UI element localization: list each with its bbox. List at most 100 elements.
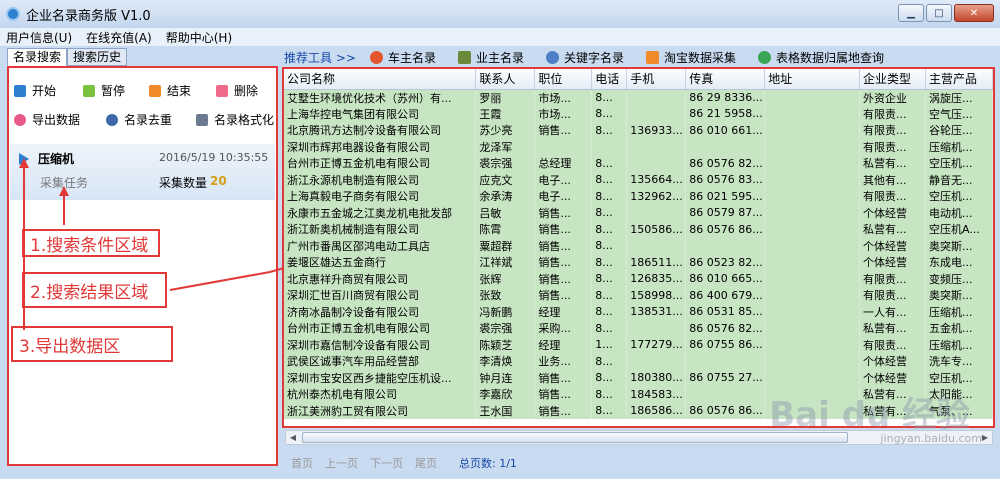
table-row[interactable]: 北京腾讯方达制冷设备有限公司 苏少亮 销售... 8... 136933... 86 01…: [284, 122, 993, 139]
next-page-link[interactable]: 下一页: [370, 455, 403, 471]
car-owner-directory-button[interactable]: 车主名录: [369, 49, 436, 66]
table-row[interactable]: 深圳市宝安区西乡捷能空压机设... 钟月连 销售... 8... 180380... 86…: [284, 369, 993, 386]
table-cell: 经理: [534, 303, 593, 320]
table-row[interactable]: 武侯区诚事汽车用品经营部 李清焕 业务... 8... 个体经营 洗车专...: [284, 353, 993, 370]
table-cell: 陈颖芝: [475, 336, 536, 353]
table-cell: 135664...: [626, 171, 687, 188]
table-row[interactable]: 浙江新奥机械制造有限公司 陈霄 销售... 8... 150586... 86 0576 …: [284, 221, 993, 238]
table-cell: 涡旋压...: [925, 89, 993, 106]
table-cell: 个体经营: [859, 254, 926, 271]
region-lookup-label: 表格数据归属地查询: [776, 50, 885, 65]
pagination: 首页 上一页 下一页 尾页 总页数: 1/1: [291, 455, 517, 471]
table-cell: 外资企业: [859, 89, 926, 106]
table-row[interactable]: 上海真毅电子商务有限公司 余承涛 电子... 8... 132962... 86 021 …: [284, 188, 993, 205]
table-cell: 8...: [591, 270, 628, 287]
globe-icon: [758, 50, 771, 64]
table-row[interactable]: 深圳市嘉信制冷设备有限公司 陈颖芝 经理 1... 177279... 86 0755 8…: [284, 336, 993, 353]
table-cell: 8...: [591, 171, 628, 188]
table-cell: 8...: [591, 221, 628, 238]
column-header[interactable]: 手机: [626, 69, 687, 90]
table-cell: [764, 138, 861, 155]
table-row[interactable]: 浙江永源机电制造有限公司 应克文 电子... 8... 135664... 86 0576…: [284, 171, 993, 188]
table-cell: 8...: [591, 320, 628, 337]
table-row[interactable]: 艾墅生环境优化技术（苏州）有... 罗丽 市场... 8... 86 29 8336..…: [284, 89, 993, 106]
last-page-link[interactable]: 尾页: [415, 455, 437, 471]
table-cell: 177279...: [626, 336, 687, 353]
table-cell: [764, 270, 861, 287]
table-cell: 个体经营: [859, 237, 926, 254]
table-cell: 苏少亮: [475, 122, 536, 139]
table-cell: 压缩机...: [925, 336, 993, 353]
column-header[interactable]: 地址: [764, 69, 861, 90]
scrollbar-thumb[interactable]: [302, 432, 848, 443]
table-cell: [764, 369, 861, 386]
property-owner-directory-button[interactable]: 业主名录: [457, 49, 524, 66]
table-cell: 王水国: [475, 402, 536, 419]
table-cell: 杭州泰杰机电有限公司: [284, 386, 477, 403]
table-row[interactable]: 上海华控电气集团有限公司 王霞 市场... 8... 86 21 5958... 有限责.…: [284, 105, 993, 122]
table-cell: 李嘉欣: [475, 386, 536, 403]
scroll-left-icon[interactable]: ◀: [286, 431, 300, 444]
first-page-link[interactable]: 首页: [291, 455, 313, 471]
table-cell: 184583...: [626, 386, 687, 403]
taobao-collect-button[interactable]: 淘宝数据采集: [645, 49, 736, 66]
column-header[interactable]: 公司名称: [284, 69, 477, 90]
table-cell: [626, 105, 687, 122]
table-cell: 浙江永源机电制造有限公司: [284, 171, 477, 188]
table-cell: 陈霄: [475, 221, 536, 238]
table-cell: 有限责...: [859, 336, 926, 353]
table-cell: 1...: [591, 336, 628, 353]
table-cell: 经理: [534, 336, 593, 353]
keyword-directory-button[interactable]: 关键字名录: [545, 49, 624, 66]
table-cell: 江祥斌: [475, 254, 536, 271]
table-cell: 空压机...: [925, 369, 993, 386]
table-cell: 186586...: [626, 402, 687, 419]
table-cell: 有限责...: [859, 122, 926, 139]
column-header[interactable]: 联系人: [475, 69, 536, 90]
house-icon: [457, 50, 471, 64]
table-cell: 深圳市宝安区西乡捷能空压机设...: [284, 369, 477, 386]
column-header[interactable]: 电话: [591, 69, 628, 90]
car-icon: [369, 50, 383, 64]
table-cell: 86 0531 85...: [685, 303, 766, 320]
table-row[interactable]: 广州市番禺区邵鸿电动工具店 粟超群 销售... 8... 个体经营 奥突斯...: [284, 237, 993, 254]
table-cell: 王霞: [475, 105, 536, 122]
table-cell: 销售...: [534, 221, 593, 238]
table-cell: [534, 138, 593, 155]
table-row[interactable]: 深圳市辉邦电器设备有限公司 龙泽军 有限责... 压缩机...: [284, 138, 993, 155]
table-row[interactable]: 台州市正博五金机电有限公司 裘宗强 总经理 8... 86 0576 82... 私营有.…: [284, 155, 993, 172]
table-cell: 86 021 595...: [685, 188, 766, 205]
table-row[interactable]: 北京惠祥升商贸有限公司 张辉 销售... 8... 126835... 86 010 66…: [284, 270, 993, 287]
table-cell: 吕敏: [475, 204, 536, 221]
column-header[interactable]: 传真: [685, 69, 766, 90]
prev-page-link[interactable]: 上一页: [325, 455, 358, 471]
table-row[interactable]: 济南冰晶制冷设备有限公司 冯新鹏 经理 8... 138531... 86 0531 85…: [284, 303, 993, 320]
table-cell: 138531...: [626, 303, 687, 320]
table-cell: [764, 336, 861, 353]
column-header[interactable]: 企业类型: [859, 69, 926, 90]
table-row[interactable]: 深圳汇世百川商贸有限公司 张致 销售... 8... 158998... 86 400 6…: [284, 287, 993, 304]
table-cell: 洗车专...: [925, 353, 993, 370]
table-cell: 五金机...: [925, 320, 993, 337]
table-cell: 86 400 679...: [685, 287, 766, 304]
table-cell: 8...: [591, 254, 628, 271]
table-cell: 8...: [591, 386, 628, 403]
table-cell: 86 0576 83...: [685, 171, 766, 188]
table-row[interactable]: 姜堰区雄达五金商行 江祥斌 销售... 8... 186511... 86 0523 82…: [284, 254, 993, 271]
region-lookup-button[interactable]: 表格数据归属地查询: [758, 49, 884, 66]
table-cell: [626, 353, 687, 370]
column-header[interactable]: 主营产品: [925, 69, 993, 90]
column-header[interactable]: 职位: [534, 69, 593, 90]
table-row[interactable]: 永康市五金城之江奥龙机电批发部 吕敏 销售... 8... 86 0579 87... 个…: [284, 204, 993, 221]
table-cell: 86 010 661...: [685, 122, 766, 139]
table-header-row: 公司名称 联系人 职位 电话 手机 传真 地址 企业类型 主营产品: [284, 69, 993, 90]
table-cell: 张致: [475, 287, 536, 304]
table-row[interactable]: 台州市正博五金机电有限公司 裘宗强 采购... 8... 86 0576 82... 私营…: [284, 320, 993, 337]
total-pages: 总页数: 1/1: [459, 457, 517, 470]
table-cell: 8...: [591, 402, 628, 419]
table-cell: [764, 221, 861, 238]
table-cell: 粟超群: [475, 237, 536, 254]
table-cell: 86 0576 82...: [685, 320, 766, 337]
table-cell: 采购...: [534, 320, 593, 337]
table-cell: 台州市正博五金机电有限公司: [284, 155, 477, 172]
